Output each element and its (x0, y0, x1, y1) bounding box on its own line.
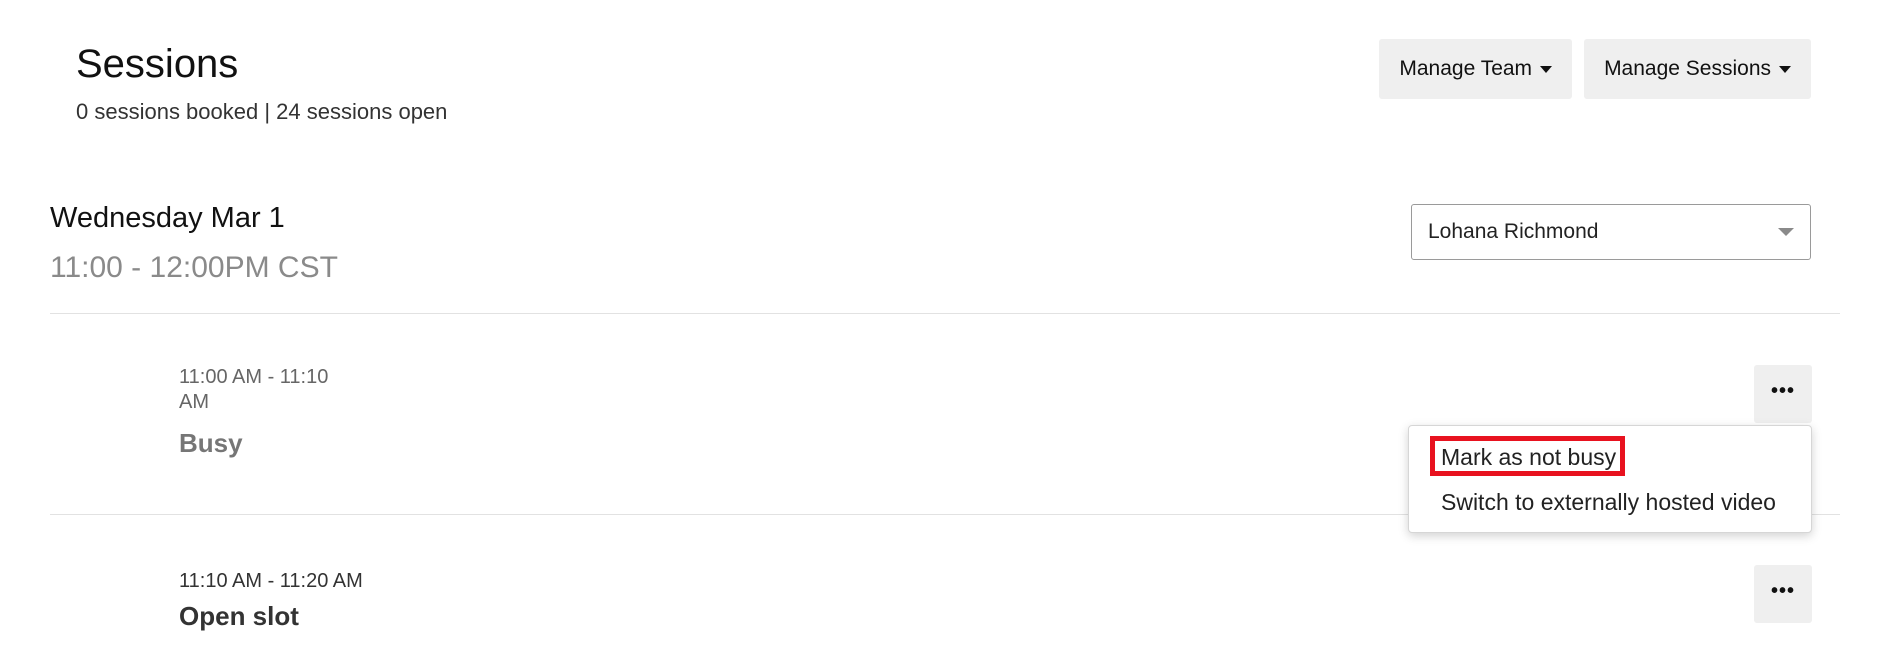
manage-team-label: Manage Team (1399, 57, 1533, 80)
page-header: Sessions 0 sessions booked | 24 sessions… (76, 40, 447, 126)
chevron-down-icon (1778, 228, 1794, 236)
day-title: Wednesday Mar 1 (50, 202, 285, 234)
manage-team-button[interactable]: Manage Team (1379, 39, 1573, 99)
sessions-page: Sessions 0 sessions booked | 24 sessions… (0, 0, 1880, 666)
host-select[interactable]: Lohana Richmond (1411, 204, 1811, 260)
slot-busy: 11:00 AM - 11:10 AM Busy (179, 365, 349, 459)
slot-open: 11:10 AM - 11:20 AM Open slot (179, 569, 363, 632)
slot-time: 11:00 AM - 11:10 AM (179, 366, 329, 413)
slot-status: Busy (179, 428, 243, 458)
manage-sessions-label: Manage Sessions (1604, 57, 1771, 80)
slot-more-button[interactable]: ••• (1754, 365, 1812, 423)
manage-sessions-button[interactable]: Manage Sessions (1584, 39, 1811, 99)
slot-status: Open slot (179, 601, 299, 631)
page-title: Sessions (76, 42, 239, 86)
more-horizontal-icon: ••• (1770, 380, 1795, 402)
slot-time: 11:10 AM - 11:20 AM (179, 570, 363, 592)
more-horizontal-icon: ••• (1770, 580, 1795, 602)
divider (50, 313, 1840, 314)
day-time-range: 11:00 - 12:00PM CST (50, 251, 338, 284)
caret-down-icon (1779, 65, 1791, 73)
menu-item-mark-not-busy[interactable]: Mark as not busy (1441, 443, 1616, 471)
top-actions: Manage Team Manage Sessions (1379, 39, 1811, 99)
sessions-summary: 0 sessions booked | 24 sessions open (76, 99, 448, 124)
slot-actions-menu: Mark as not busy Switch to externally ho… (1408, 425, 1812, 533)
slot-more-button[interactable]: ••• (1754, 565, 1812, 623)
menu-item-switch-external-video[interactable]: Switch to externally hosted video (1441, 488, 1776, 516)
host-select-value: Lohana Richmond (1428, 220, 1599, 243)
day-block: Wednesday Mar 1 11:00 - 12:00PM CST (50, 200, 338, 286)
caret-down-icon (1540, 65, 1553, 73)
